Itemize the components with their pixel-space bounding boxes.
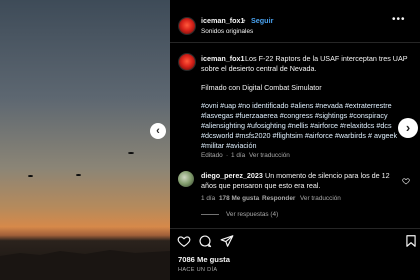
replies-divider-line (201, 214, 219, 215)
post-image (0, 0, 170, 280)
follow-button[interactable]: Seguir (251, 16, 273, 25)
caption-avatar[interactable] (178, 53, 196, 71)
caption-hashtags-5[interactable]: #militar #aviación (201, 141, 257, 150)
header-separator: • (243, 16, 246, 25)
header-divider (170, 42, 420, 43)
bookmark-icon[interactable] (404, 234, 418, 248)
audio-label[interactable]: Sonidos originales (201, 27, 253, 36)
caption-line-3: Filmado con Digital Combat Simulator (201, 83, 322, 92)
view-replies-link[interactable]: Ver respuestas (4) (226, 210, 278, 219)
author-avatar[interactable] (178, 17, 196, 35)
commenter-avatar[interactable] (178, 171, 194, 187)
caption-hashtags-3[interactable]: #aliensighting #ufosighting #nellis #air… (201, 121, 392, 130)
comment-username[interactable]: diego_perez_2023 (201, 171, 263, 180)
caption-edited: Editado (201, 152, 223, 159)
caption-line-2: sobre el desierto central de Nevada. (201, 64, 317, 73)
uap-object (76, 174, 81, 176)
caption-meta-dot: · (226, 152, 229, 159)
comment-translate-link[interactable]: Ver traducción (300, 194, 341, 203)
previous-arrow-icon[interactable]: ‹ (150, 123, 166, 139)
caption-line-1: Los F-22 Raptors de la USAF interceptan … (245, 54, 408, 63)
comment-reply-button[interactable]: Responder (262, 194, 295, 203)
comment-text-1: Un momento de silencio para los de 12 (265, 171, 390, 180)
comment-icon[interactable] (198, 234, 212, 248)
next-arrow-icon[interactable]: › (398, 118, 418, 138)
heart-small-icon[interactable] (402, 177, 410, 185)
more-horizontal-icon[interactable]: ••• (392, 14, 406, 25)
caption-time[interactable]: 1 día (231, 151, 245, 160)
caption-hashtags-2[interactable]: #lasvegas #fuerzaaerea #congress #sighti… (201, 111, 388, 120)
comment-time[interactable]: 1 día (201, 194, 215, 203)
uap-object (28, 175, 33, 177)
comment-likes[interactable]: 178 Me gusta (219, 194, 259, 203)
actions-divider (170, 228, 420, 229)
caption-translate-link[interactable]: Ver traducción (249, 151, 290, 160)
caption-hashtags-1[interactable]: #ovni #uap #no identificado #aliens #nev… (201, 101, 392, 110)
heart-icon[interactable] (177, 234, 191, 248)
uap-object (128, 152, 134, 154)
header-username[interactable]: iceman_fox1 (201, 16, 245, 25)
comment-text-2: años que pensaron que esto era real. (201, 181, 321, 190)
desert-hills (0, 250, 170, 280)
post-timestamp: HACE UN DÍA (178, 267, 218, 273)
caption-username[interactable]: iceman_fox1 (201, 54, 245, 63)
post-likes-count[interactable]: 7086 Me gusta (178, 255, 230, 264)
caption-hashtags-4[interactable]: #dcsworld #msfs2020 #flightsim #airforce… (201, 131, 397, 140)
send-icon[interactable] (220, 234, 234, 248)
